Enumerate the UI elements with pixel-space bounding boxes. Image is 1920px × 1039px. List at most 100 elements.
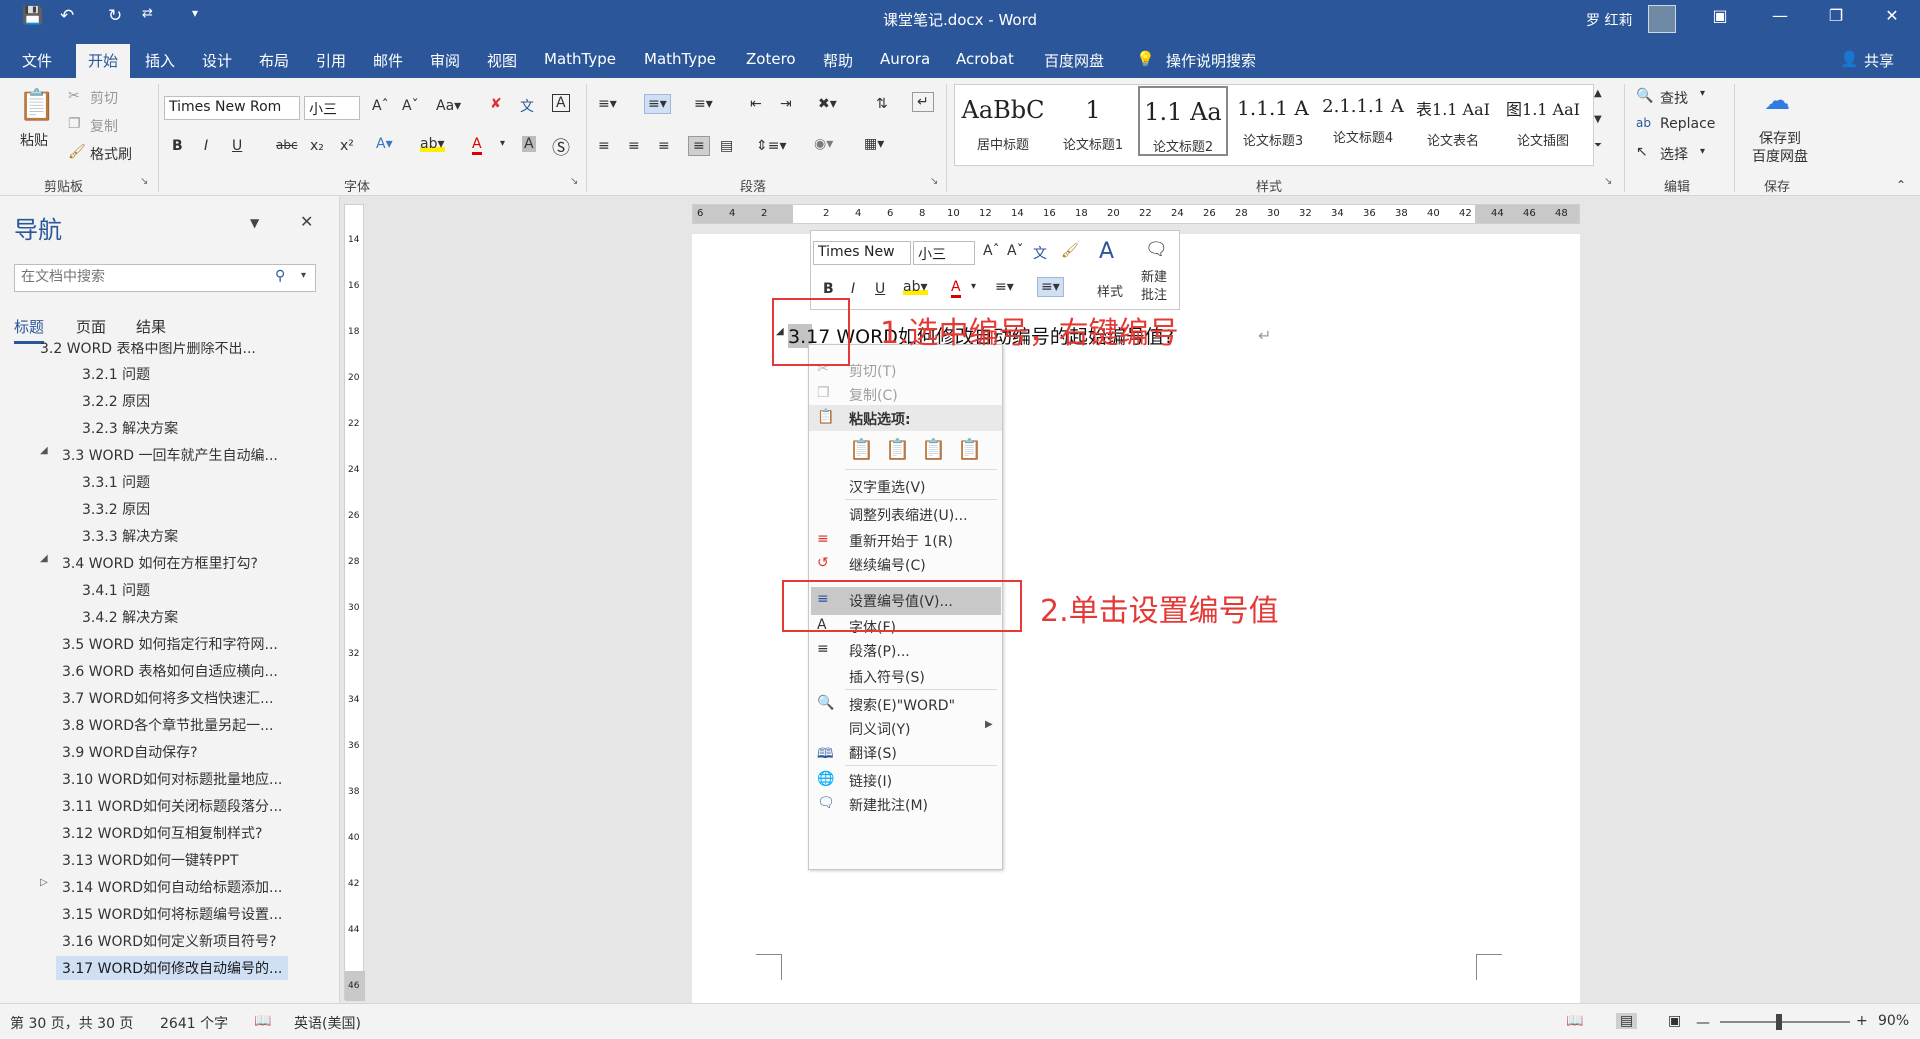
tab-mathtype-1[interactable]: MathType [544, 50, 616, 68]
status-zoom-level[interactable]: 90% [1878, 1013, 1909, 1029]
avatar[interactable] [1648, 5, 1676, 33]
menu-search[interactable]: 搜索(E)"WORD" [849, 695, 955, 715]
style-tile-7[interactable]: 图1.1 AaI 论文插图 [1498, 86, 1588, 156]
menu-insert-symbol[interactable]: 插入符号(S) [849, 667, 925, 687]
menu-copy[interactable]: 复制(C) [849, 385, 898, 405]
mini-phonetic-icon[interactable]: 文 [1033, 243, 1047, 263]
search-dropdown-icon[interactable]: ▾ [301, 270, 306, 281]
grow-font-icon[interactable]: Aˆ [372, 98, 389, 114]
tab-help[interactable]: 帮助 [823, 50, 853, 71]
nav-heading-item[interactable]: 3.2.1 问题 [82, 364, 150, 384]
increase-indent-icon[interactable]: ⇥ [780, 96, 792, 112]
nav-tab-headings[interactable]: 标题 [14, 316, 45, 344]
chinese-layout-icon[interactable]: ✖▾ [818, 96, 837, 112]
paragraph-launcher-icon[interactable]: ↘ [930, 176, 938, 187]
tab-references[interactable]: 引用 [316, 50, 346, 71]
style-tile-6[interactable]: 表1.1 AaI 论文表名 [1408, 86, 1498, 156]
paste-text-only-icon[interactable]: 📋 [957, 437, 982, 461]
zoom-slider-thumb[interactable] [1776, 1014, 1782, 1030]
nav-heading-item[interactable]: 3.3.3 解决方案 [82, 526, 178, 546]
paste-button[interactable]: 粘贴 [20, 130, 48, 150]
cut-button[interactable]: 剪切 [90, 88, 118, 108]
bullets-icon[interactable]: ≡▾ [598, 96, 617, 112]
mini-font-name-box[interactable]: Times New [813, 241, 911, 265]
format-painter-button[interactable]: 格式刷 [90, 144, 132, 164]
align-left-icon[interactable]: ≡ [598, 138, 610, 154]
mini-format-painter-icon[interactable]: 🖌 [1061, 243, 1079, 259]
style-tile-5[interactable]: 2.1.1.1 A 论文标题4 [1318, 86, 1408, 156]
zoom-in-icon[interactable]: + [1856, 1013, 1868, 1029]
superscript-icon[interactable]: x² [340, 138, 354, 154]
tab-design[interactable]: 设计 [202, 50, 232, 71]
tab-baidu[interactable]: 百度网盘 [1044, 50, 1104, 71]
collapse-triangle-icon[interactable]: ◢ [40, 445, 48, 456]
nav-heading-item[interactable]: 3.16 WORD如何定义新项目符号? [62, 931, 276, 951]
multilevel-list-icon[interactable]: ≡▾ [694, 96, 713, 112]
nav-heading-item[interactable]: 3.13 WORD如何一键转PPT [62, 850, 238, 870]
nav-heading-item[interactable]: 3.14 WORD如何自动给标题添加... [62, 877, 282, 897]
font-color-icon[interactable]: A [472, 136, 482, 155]
nav-heading-item[interactable]: 3.3.2 原因 [82, 499, 150, 519]
character-border-icon[interactable]: A [552, 94, 570, 112]
user-name[interactable]: 罗 红莉 [1586, 10, 1632, 30]
replace-button[interactable]: Replace [1660, 116, 1715, 132]
minimize-icon[interactable]: — [1760, 6, 1800, 25]
restore-icon[interactable]: ❐ [1816, 6, 1856, 25]
styles-launcher-icon[interactable]: ↘ [1604, 176, 1612, 187]
nav-options-icon[interactable]: ▼ [250, 216, 259, 230]
styles-scroll-up-icon[interactable]: ▲ [1594, 88, 1602, 99]
nav-heading-item[interactable]: 3.2.3 解决方案 [82, 418, 178, 438]
select-dropdown-icon[interactable]: ▾ [1700, 146, 1705, 157]
paste-picture-icon[interactable]: 📋 [921, 437, 946, 461]
find-button[interactable]: 查找 [1660, 88, 1688, 108]
show-marks-icon[interactable]: ↵ [912, 92, 934, 112]
collapse-ribbon-icon[interactable]: ⌃ [1896, 178, 1906, 192]
nav-heading-item[interactable]: 3.2 WORD 表格中图片删除不出... [40, 342, 256, 358]
underline-icon[interactable]: U [232, 138, 242, 154]
numbering-icon[interactable]: ≡▾ [644, 94, 671, 114]
font-name-box[interactable]: Times New Rom [164, 96, 300, 120]
menu-paragraph[interactable]: 段落(P)... [849, 641, 910, 661]
proofing-icon[interactable]: 📖 [254, 1013, 271, 1029]
tab-mathtype-2[interactable]: MathType [644, 50, 716, 68]
nav-heading-item[interactable]: 3.10 WORD如何对标题批量地应... [62, 769, 282, 789]
baidu-cloud-icon[interactable]: ☁ [1764, 86, 1790, 116]
character-shading-icon[interactable]: A [522, 136, 536, 152]
paste-merge-icon[interactable]: 📋 [885, 437, 910, 461]
menu-synonyms[interactable]: 同义词(Y) [849, 719, 910, 739]
menu-cut[interactable]: 剪切(T) [849, 361, 896, 381]
close-icon[interactable]: ✕ [1872, 6, 1912, 25]
mini-numbering-icon[interactable]: ≡▾ [1037, 277, 1064, 297]
tab-acrobat[interactable]: Acrobat [956, 50, 1014, 68]
style-tile-2[interactable]: 1 论文标题1 [1048, 86, 1138, 156]
tab-aurora[interactable]: Aurora [880, 50, 930, 68]
sort-icon[interactable]: ⇅ [876, 96, 888, 112]
justify-icon[interactable]: ≡ [688, 136, 710, 156]
mini-highlight-icon[interactable]: ab▾ [903, 279, 928, 295]
enclose-characters-icon[interactable]: Ⓢ [552, 134, 570, 160]
mini-font-color-icon[interactable]: A [951, 279, 961, 298]
decrease-indent-icon[interactable]: ⇤ [750, 96, 762, 112]
mini-new-comment-label[interactable]: 新建 批注 [1141, 269, 1167, 305]
tab-zotero[interactable]: Zotero [746, 50, 796, 68]
menu-translate[interactable]: 翻译(S) [849, 743, 897, 763]
clear-format-icon[interactable]: ✘ [490, 96, 502, 112]
align-center-icon[interactable]: ≡ [628, 138, 640, 154]
paste-keep-source-icon[interactable]: 📋 [849, 437, 874, 461]
italic-icon[interactable]: I [204, 138, 208, 154]
align-right-icon[interactable]: ≡ [658, 138, 670, 154]
search-icon[interactable]: ⚲ [275, 268, 285, 284]
mini-shrink-font-icon[interactable]: Aˇ [1007, 243, 1024, 259]
ribbon-display-icon[interactable]: ▣ [1700, 6, 1740, 25]
collapse-triangle-icon[interactable]: ◢ [40, 553, 48, 564]
tab-mailings[interactable]: 邮件 [373, 50, 403, 71]
copy-button[interactable]: 复制 [90, 116, 118, 136]
text-effects-icon[interactable]: A▾ [376, 136, 393, 152]
zoom-out-icon[interactable]: — [1696, 1015, 1710, 1031]
nav-heading-item-selected[interactable]: 3.17 WORD如何修改自动编号的... [56, 956, 289, 980]
menu-continue-numbering[interactable]: 继续编号(C) [849, 555, 926, 575]
tab-review[interactable]: 审阅 [430, 50, 460, 71]
mini-grow-font-icon[interactable]: Aˆ [983, 243, 1000, 259]
styles-scroll-down-icon[interactable]: ▼ [1594, 114, 1602, 125]
nav-heading-item[interactable]: 3.5 WORD 如何指定行和字符网... [62, 634, 278, 654]
